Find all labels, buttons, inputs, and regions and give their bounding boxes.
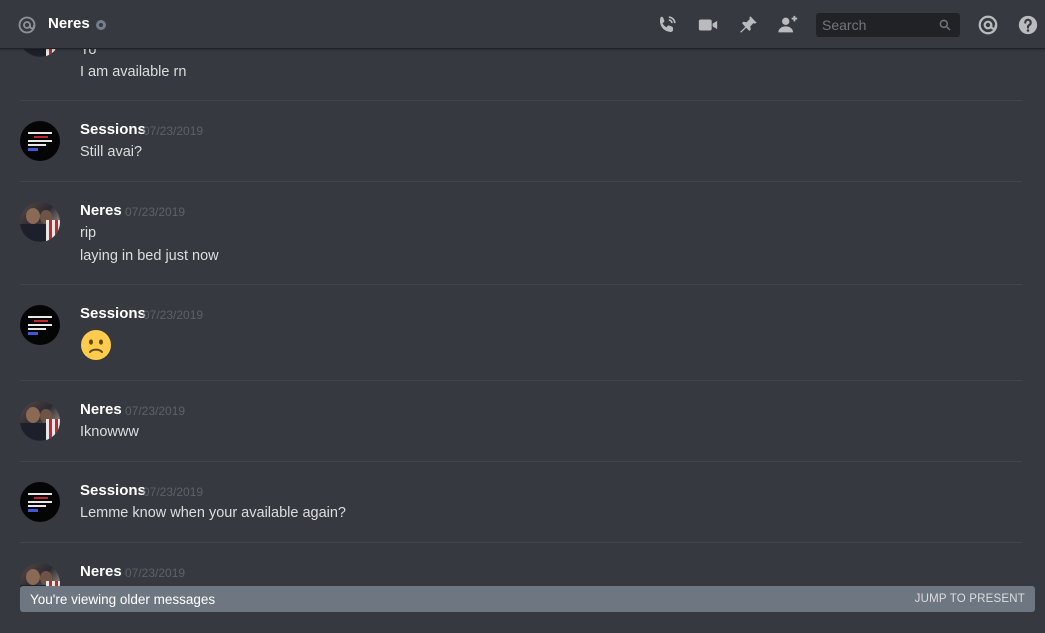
call-icon[interactable]	[656, 14, 678, 36]
pin-icon[interactable]	[737, 14, 759, 36]
divider	[20, 284, 1022, 285]
search-icon	[938, 18, 952, 32]
message-text: Still avai?	[80, 144, 143, 160]
channel-name: Neres	[48, 15, 90, 32]
message-text: Iknowww	[80, 424, 139, 440]
divider	[20, 380, 1022, 381]
username[interactable]: Neres	[80, 202, 122, 219]
help-icon[interactable]	[1017, 14, 1039, 36]
frowning-face-emoji	[80, 329, 112, 361]
message-list: Yo I am available rn Sessions 07/23/2019…	[0, 49, 1045, 633]
search-box[interactable]	[816, 13, 960, 37]
timestamp: 07/23/2019	[125, 205, 186, 219]
avatar[interactable]	[20, 401, 60, 441]
avatar[interactable]	[20, 121, 60, 161]
avatar[interactable]	[20, 482, 60, 522]
video-icon[interactable]	[697, 14, 719, 36]
divider	[20, 542, 1022, 543]
offline-status-dot	[96, 20, 106, 30]
divider	[20, 181, 1022, 182]
username[interactable]: Sessions	[80, 482, 146, 499]
message-text: Lemme know when your available again?	[80, 505, 346, 521]
channel-header: Neres	[0, 0, 1045, 49]
timestamp: 07/23/2019	[143, 485, 204, 499]
message-text: I am available rn	[80, 64, 187, 80]
timestamp: 07/23/2019	[125, 404, 186, 418]
divider	[20, 461, 1022, 462]
timestamp: 07/23/2019	[143, 308, 204, 322]
avatar[interactable]	[20, 49, 60, 57]
timestamp: 07/23/2019	[125, 566, 186, 580]
username[interactable]: Sessions	[80, 121, 146, 138]
message-text: rip	[80, 225, 97, 241]
mention-at-icon[interactable]	[977, 14, 999, 36]
at-icon	[17, 15, 37, 35]
username[interactable]: Neres	[80, 401, 122, 418]
add-friend-icon[interactable]	[777, 14, 799, 36]
older-messages-bar: You're viewing older messages JUMP TO PR…	[20, 586, 1035, 612]
search-input[interactable]	[816, 13, 932, 37]
avatar[interactable]	[20, 305, 60, 345]
username[interactable]: Neres	[80, 563, 122, 580]
message-text: laying in bed just now	[80, 248, 219, 264]
message-text: Yo	[80, 49, 97, 58]
divider	[20, 100, 1022, 101]
jump-to-present-button[interactable]: JUMP TO PRESENT	[915, 593, 1025, 605]
username[interactable]: Sessions	[80, 305, 146, 322]
older-messages-text: You're viewing older messages	[30, 592, 216, 607]
avatar[interactable]	[20, 202, 60, 242]
timestamp: 07/23/2019	[143, 124, 204, 138]
